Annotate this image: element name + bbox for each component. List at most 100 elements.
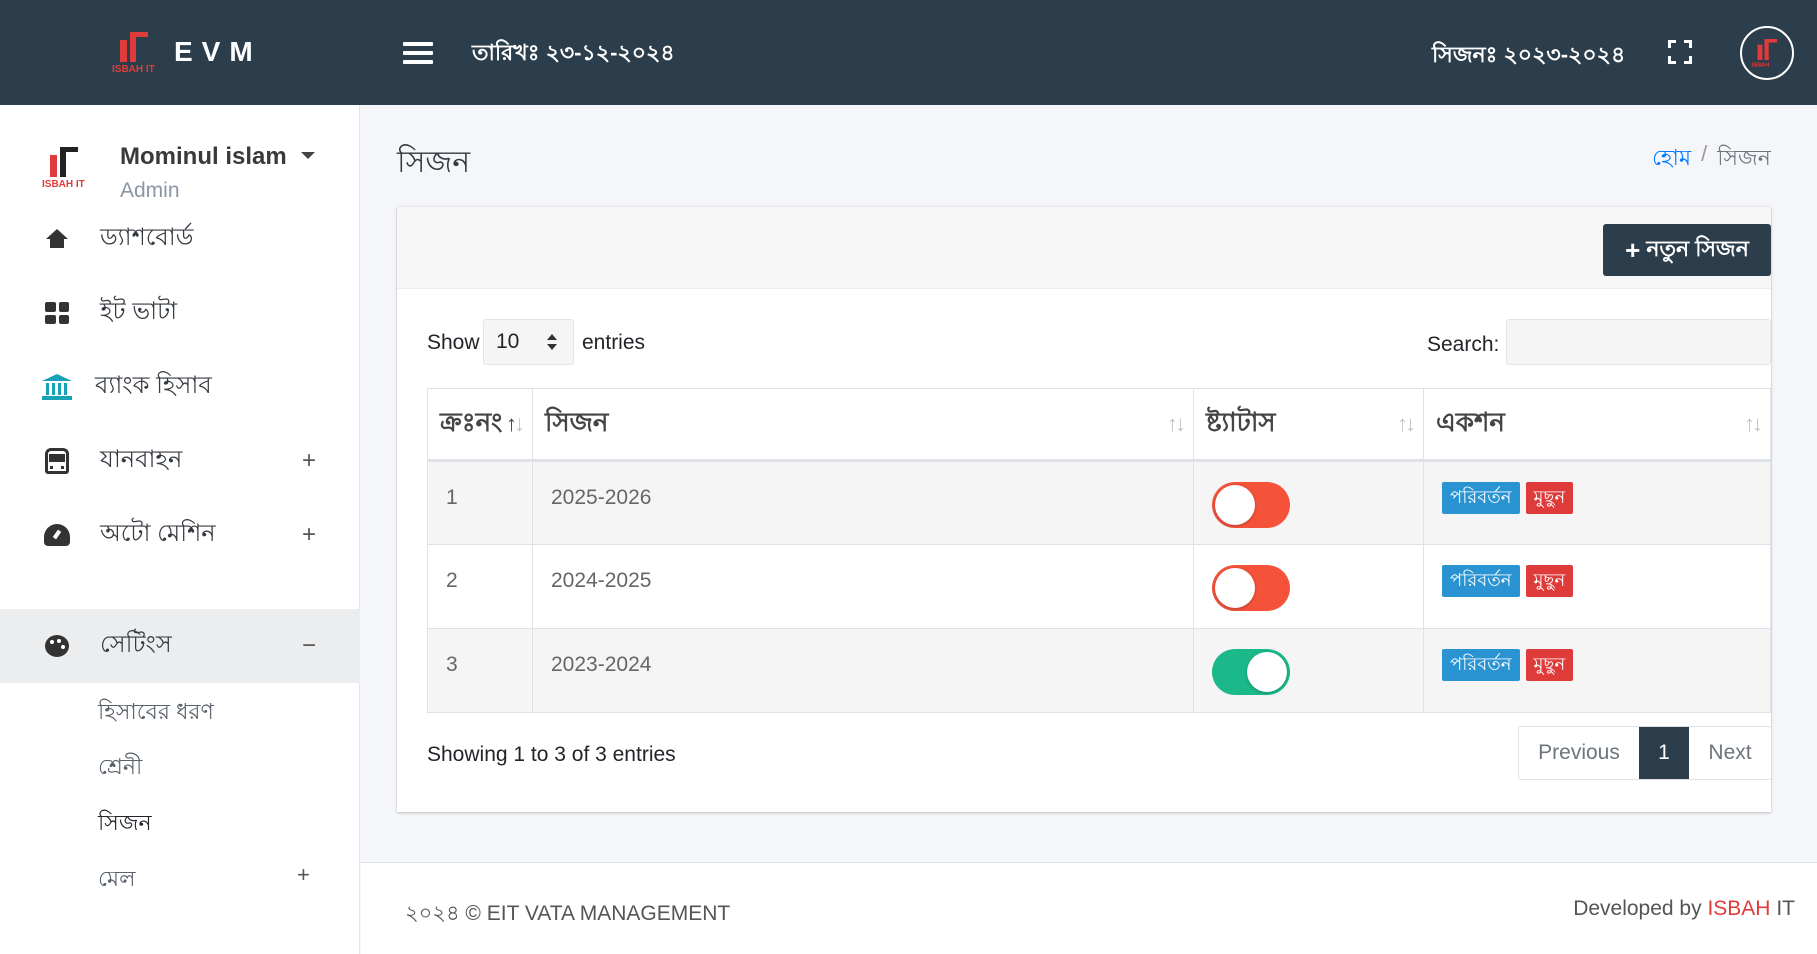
sort-arrows-icon [547, 334, 557, 350]
delete-button[interactable]: মুছুন [1525, 649, 1574, 681]
user-name: Mominul islam [120, 143, 287, 170]
brand-name: EVM [174, 36, 262, 67]
status-toggle[interactable] [1212, 565, 1290, 611]
sidebar-subitem-season[interactable]: সিজন [98, 806, 152, 843]
expand-icon[interactable]: + [297, 862, 310, 888]
column-label: সিজন [545, 407, 609, 437]
column-label: একশন [1436, 407, 1505, 437]
page-length-select[interactable]: 10 [483, 319, 574, 365]
sort-icon: ↑↓ [1744, 411, 1763, 436]
bank-icon [42, 372, 72, 402]
column-label: ক্রঃনং [440, 407, 503, 437]
user-logo: ISBAH IT [40, 143, 96, 199]
footer: ২০২৪ © EIT VATA MANAGEMENT Developed by … [361, 862, 1817, 954]
season-table: ক্রঃনং ↑↓ সিজন ↑↓ ষ্ট্যাটাস ↑↓ একশন ↑↓ 1… [427, 388, 1771, 713]
status-toggle[interactable] [1212, 482, 1290, 528]
previous-page-button[interactable]: Previous [1519, 727, 1639, 779]
cell-serial: 1 [427, 460, 533, 545]
table-row: 3 2023-2024 পরিবর্তন মুছুন [427, 628, 1771, 713]
page-title: সিজন [397, 146, 471, 179]
sidebar-item-label: ব্যাংক হিসাব [95, 372, 212, 399]
developed-by-label: Developed by [1573, 897, 1702, 920]
avatar-logo: ISBAH [1752, 36, 1784, 70]
page-1-button[interactable]: 1 [1639, 727, 1689, 779]
avatar-logo-text: ISBAH [1751, 61, 1770, 68]
developer-credit: Developed by ISBAH IT [1573, 897, 1795, 921]
column-serial[interactable]: ক্রঃনং ↑↓ [427, 388, 533, 462]
cell-serial: 3 [427, 628, 533, 713]
bus-icon [42, 446, 72, 476]
table-row: 2 2024-2025 পরিবর্তন মুছুন [427, 544, 1771, 629]
sidebar-item-auto-machine[interactable]: অটো মেশিন + [0, 498, 360, 572]
new-season-button[interactable]: + নতুন সিজন [1603, 224, 1771, 276]
fullscreen-icon[interactable] [1668, 40, 1692, 64]
cell-season: 2023-2024 [532, 628, 1194, 713]
table-info: Showing 1 to 3 of 3 entries [427, 743, 676, 766]
table-row: 1 2025-2026 পরিবর্তন মুছুন [427, 460, 1771, 545]
edit-button[interactable]: পরিবর্তন [1442, 649, 1520, 681]
caret-down-icon [300, 151, 315, 159]
logo-text: ISBAH IT [112, 64, 155, 75]
season-card: + নতুন সিজন Show 10 entries Search: ক্রঃ… [397, 207, 1772, 812]
edit-button[interactable]: পরিবর্তন [1442, 482, 1520, 514]
isbah-logo: ISBAH IT [112, 28, 158, 76]
sidebar-item-dashboard[interactable]: ড্যাশবোর্ড [0, 202, 360, 276]
sort-icon: ↑↓ [1167, 411, 1186, 436]
current-date: তারিখঃ ২৩-১২-২০২৪ [472, 40, 675, 65]
sort-icon: ↑↓ [1397, 411, 1416, 436]
breadcrumb: হোম / সিজন [1652, 141, 1771, 178]
sidebar-item-label: অটো মেশিন [100, 520, 216, 547]
sidebar-item-bank-account[interactable]: ব্যাংক হিসাব [0, 350, 360, 424]
sidebar-item-vehicles[interactable]: যানবাহন + [0, 424, 360, 498]
card-header: + নতুন সিজন [397, 207, 1771, 289]
search-label: Search: [1427, 333, 1500, 356]
sidebar-item-label: ইট ভাটা [100, 298, 178, 325]
breadcrumb-current: সিজন [1717, 145, 1771, 170]
developer-suffix: IT [1776, 897, 1795, 920]
sidebar-subitem-category[interactable]: শ্রেনী [98, 750, 142, 787]
sort-asc-icon: ↑↓ [506, 411, 525, 436]
user-menu[interactable]: Mominul islam [120, 143, 315, 171]
user-panel: ISBAH IT Mominul islam Admin [40, 143, 315, 203]
user-avatar[interactable]: ISBAH [1740, 26, 1794, 80]
delete-button[interactable]: মুছুন [1525, 565, 1574, 597]
plus-icon: + [1625, 234, 1641, 265]
breadcrumb-home-link[interactable]: হোম [1652, 141, 1691, 178]
grid-icon [42, 298, 72, 328]
sidebar-item-label: যানবাহন [100, 446, 183, 473]
user-role: Admin [120, 179, 180, 202]
home-icon [42, 224, 72, 254]
column-season[interactable]: সিজন ↑↓ [532, 388, 1194, 462]
sidebar-item-settings[interactable]: সেটিংস − [0, 609, 360, 683]
sidebar: ISBAH IT Mominul islam Admin ড্যাশবোর্ড … [0, 105, 360, 954]
expand-icon[interactable]: + [302, 521, 316, 549]
gauge-icon [42, 520, 72, 550]
page-length-value: 10 [496, 330, 520, 353]
brand[interactable]: ISBAH IT EVM [112, 28, 262, 76]
entries-label: entries [582, 331, 646, 354]
edit-button[interactable]: পরিবর্তন [1442, 565, 1520, 597]
show-label: Show [427, 331, 480, 354]
user-logo-text: ISBAH IT [42, 179, 85, 190]
column-action[interactable]: একশন ↑↓ [1423, 388, 1771, 462]
pagination: Previous 1 Next [1518, 726, 1772, 780]
sidebar-item-label: সেটিংস [100, 631, 172, 658]
next-page-button[interactable]: Next [1689, 727, 1771, 779]
cell-season: 2024-2025 [532, 544, 1194, 629]
status-toggle[interactable] [1212, 649, 1290, 695]
sidebar-subitem-mail[interactable]: মেল [98, 862, 136, 899]
table-header-row: ক্রঃনং ↑↓ সিজন ↑↓ ষ্ট্যাটাস ↑↓ একশন ↑↓ [427, 388, 1771, 462]
search-input[interactable] [1506, 319, 1771, 365]
menu-toggle-icon[interactable] [403, 42, 433, 64]
sidebar-subitem-account-type[interactable]: হিসাবের ধরণ [98, 695, 214, 732]
sidebar-item-brick-kiln[interactable]: ইট ভাটা [0, 276, 360, 350]
new-season-label: নতুন সিজন [1646, 235, 1749, 261]
column-status[interactable]: ষ্ট্যাটাস ↑↓ [1193, 388, 1424, 462]
palette-icon [42, 631, 72, 661]
breadcrumb-separator: / [1701, 141, 1708, 166]
column-label: ষ্ট্যাটাস [1206, 407, 1276, 437]
collapse-icon[interactable]: − [302, 632, 316, 660]
delete-button[interactable]: মুছুন [1525, 482, 1574, 514]
developer-link[interactable]: ISBAH [1707, 897, 1770, 920]
expand-icon[interactable]: + [302, 447, 316, 475]
